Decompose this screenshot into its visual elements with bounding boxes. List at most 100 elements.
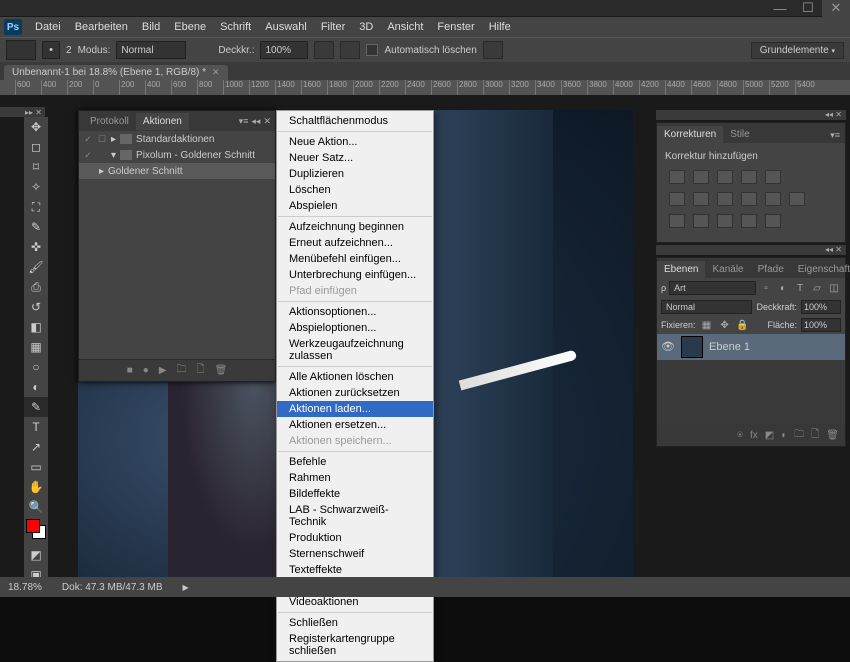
panel-menu-icon[interactable]: ▾≡ — [239, 116, 249, 127]
curves-icon[interactable] — [717, 170, 733, 184]
filter-shape-icon[interactable]: ▱ — [810, 281, 824, 295]
foreground-color[interactable] — [26, 519, 40, 533]
airbrush-icon[interactable] — [340, 41, 360, 59]
record-icon[interactable]: ● — [143, 365, 149, 376]
menu-help[interactable]: Hilfe — [482, 21, 518, 33]
tablet-pressure-icon[interactable] — [483, 41, 503, 59]
filter-smart-icon[interactable]: ◫ — [827, 281, 841, 295]
type-tool[interactable]: T — [24, 417, 48, 437]
layer-filter-select[interactable]: Art — [669, 281, 756, 295]
marquee-tool[interactable]: ◻ — [24, 137, 48, 157]
zoom-level[interactable]: 18.78% — [8, 582, 42, 593]
tab-channels[interactable]: Kanäle — [705, 261, 750, 278]
photo-filter-icon[interactable] — [741, 192, 757, 206]
action-set-default[interactable]: ✓ ☐ ▸ Standardaktionen — [79, 131, 275, 147]
group-icon[interactable]: 🗀 — [794, 427, 804, 444]
layer-thumbnail[interactable] — [681, 336, 703, 358]
tab-history[interactable]: Protokoll — [83, 113, 136, 130]
selective-color-icon[interactable] — [765, 214, 781, 228]
auto-erase-checkbox[interactable] — [366, 44, 378, 56]
collapsed-panel-tab[interactable]: ▸▸ ✕ — [0, 107, 45, 117]
exposure-icon[interactable] — [741, 170, 757, 184]
document-close-icon[interactable]: ✕ — [212, 67, 220, 78]
fill-input[interactable] — [801, 318, 841, 332]
tab-properties[interactable]: Eigenschaften — [791, 261, 850, 278]
action-set-pixolum[interactable]: ✓ ▾ Pixolum - Goldener Schnitt — [79, 147, 275, 163]
menu-item[interactable]: Unterbrechung einfügen... — [277, 267, 433, 283]
panel-close-icon[interactable]: ✕ — [263, 116, 271, 127]
panel-menu-icon[interactable]: ▾≡ — [825, 128, 845, 143]
tab-styles[interactable]: Stile — [723, 126, 756, 143]
menu-edit[interactable]: Bearbeiten — [68, 21, 135, 33]
filter-type-icon[interactable]: T — [793, 281, 807, 295]
menu-image[interactable]: Bild — [135, 21, 167, 33]
menu-item[interactable]: Duplizieren — [277, 166, 433, 182]
link-icon[interactable]: ⍟ — [737, 430, 743, 441]
menu-item[interactable]: Registerkartengruppe schließen — [277, 631, 433, 659]
path-tool[interactable]: ↗ — [24, 437, 48, 457]
blend-mode-select[interactable]: Normal — [116, 41, 186, 59]
color-swatches[interactable] — [24, 517, 48, 545]
trash-icon[interactable]: 🗑 — [826, 430, 839, 441]
menu-item[interactable]: Bildeffekte — [277, 486, 433, 502]
filter-adjust-icon[interactable]: ◐ — [776, 281, 790, 295]
opacity-input[interactable] — [801, 300, 841, 314]
pencil-tool[interactable]: ✎ — [24, 397, 48, 417]
color-balance-icon[interactable] — [693, 192, 709, 206]
menu-item[interactable]: Aufzeichnung beginnen — [277, 219, 433, 235]
shape-tool[interactable]: ▭ — [24, 457, 48, 477]
menu-item[interactable]: Menübefehl einfügen... — [277, 251, 433, 267]
pressure-opacity-icon[interactable] — [314, 41, 334, 59]
panel-collapse-bar[interactable]: ◂◂ ✕ — [656, 110, 846, 120]
panel-collapse-bar[interactable]: ◂◂ ✕ — [656, 245, 846, 255]
menu-item[interactable]: Neue Aktion... — [277, 134, 433, 150]
move-tool[interactable]: ✥ — [24, 117, 48, 137]
eyedropper-tool[interactable]: ✎ — [24, 217, 48, 237]
menu-file[interactable]: Datei — [28, 21, 68, 33]
menu-item[interactable]: Neuer Satz... — [277, 150, 433, 166]
zoom-tool[interactable]: 🔍 — [24, 497, 48, 517]
invert-icon[interactable] — [669, 214, 685, 228]
brush-preview[interactable]: • — [42, 41, 60, 59]
tab-paths[interactable]: Pfade — [751, 261, 791, 278]
stamp-tool[interactable]: ⎙ — [24, 277, 48, 297]
hue-icon[interactable] — [669, 192, 685, 206]
menu-item[interactable]: LAB - Schwarzweiß-Technik — [277, 502, 433, 530]
menu-item[interactable]: Aktionen laden... — [277, 401, 433, 417]
menu-item[interactable]: Texteffekte — [277, 562, 433, 578]
menu-item[interactable]: Schaltflächenmodus — [277, 113, 433, 129]
vibrance-icon[interactable] — [765, 170, 781, 184]
layer-item[interactable]: 👁 Ebene 1 — [657, 334, 845, 360]
bw-icon[interactable] — [717, 192, 733, 206]
toggle-check-icon[interactable]: ✓ — [83, 150, 93, 160]
panel-collapse-icon[interactable]: ◂◂ — [251, 116, 260, 127]
workspace-switcher[interactable]: Grundelemente ▾ — [751, 42, 844, 59]
gradient-tool[interactable]: ▦ — [24, 337, 48, 357]
channel-mixer-icon[interactable] — [765, 192, 781, 206]
menu-window[interactable]: Fenster — [430, 21, 481, 33]
menu-item[interactable]: Alle Aktionen löschen — [277, 369, 433, 385]
hand-tool[interactable]: ✋ — [24, 477, 48, 497]
document-size[interactable]: Dok: 47.3 MB/47.3 MB — [62, 582, 163, 593]
menu-item[interactable]: Aktionen ersetzen... — [277, 417, 433, 433]
tab-layers[interactable]: Ebenen — [657, 261, 705, 278]
toggle-check-icon[interactable]: ✓ — [83, 134, 93, 144]
menu-item[interactable]: Abspielen — [277, 198, 433, 214]
close-button[interactable]: ✕ — [822, 0, 850, 17]
new-layer-icon[interactable]: 🗋 — [811, 427, 819, 444]
menu-item[interactable]: Aktionen zurücksetzen — [277, 385, 433, 401]
lock-position-icon[interactable]: ✥ — [718, 318, 732, 332]
mask-icon[interactable]: ◩ — [765, 430, 774, 441]
levels-icon[interactable] — [693, 170, 709, 184]
menu-item[interactable]: Rahmen — [277, 470, 433, 486]
menu-filter[interactable]: Filter — [314, 21, 352, 33]
brush-tool[interactable]: 🖌 — [24, 257, 48, 277]
eraser-tool[interactable]: ◧ — [24, 317, 48, 337]
menu-item[interactable]: Befehle — [277, 454, 433, 470]
history-brush-tool[interactable]: ↺ — [24, 297, 48, 317]
menu-item[interactable]: Abspieloptionen... — [277, 320, 433, 336]
menu-item[interactable]: Schließen — [277, 615, 433, 631]
tool-preset-picker[interactable] — [6, 40, 36, 60]
blur-tool[interactable]: ○ — [24, 357, 48, 377]
menu-select[interactable]: Auswahl — [258, 21, 314, 33]
